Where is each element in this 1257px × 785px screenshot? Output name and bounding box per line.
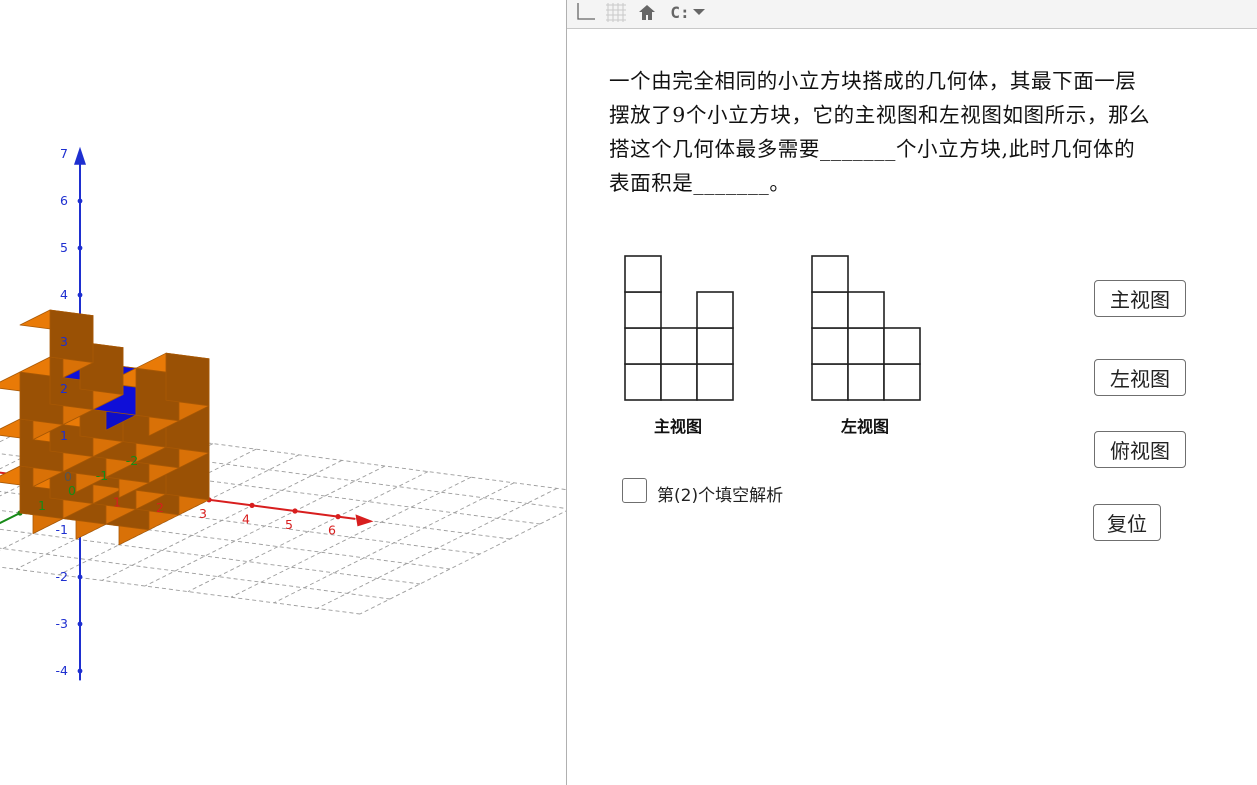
question-line-1: 一个由完全相同的小立方块搭成的几何体，其最下面一层	[609, 69, 1137, 93]
left-view-button[interactable]: 左视图	[1094, 359, 1186, 396]
home-icon[interactable]	[635, 0, 659, 24]
axis-tick-label: 5	[285, 517, 293, 532]
axis-tick-label: 6	[60, 193, 68, 208]
axis-tick-label: 6	[328, 523, 336, 538]
cube-front-face	[165, 352, 210, 407]
analysis-checkbox-label: 第(2)个填空解析	[657, 486, 784, 506]
x-tick	[249, 502, 255, 508]
x-tick	[335, 514, 341, 520]
x-axis-arrow	[355, 514, 374, 527]
view-dropdown-icon[interactable]: C:	[665, 0, 711, 24]
cube-front-face	[49, 309, 94, 364]
top-view-button[interactable]: 俯视图	[1094, 431, 1186, 468]
axis-tick-label: -1	[96, 468, 108, 483]
graphics-toolbar: C:	[567, 0, 1257, 29]
axis-tick-label: 2	[156, 500, 164, 515]
question-line-4: 表面积是_______。	[609, 171, 791, 195]
axis-tick-label: 7	[60, 146, 68, 161]
grid-line	[230, 476, 472, 598]
cube-solid[interactable]	[0, 309, 210, 546]
axis-tick-label: 1	[113, 495, 121, 510]
axis-tick-label: -3	[56, 616, 68, 631]
grid-line	[359, 510, 566, 615]
front-view-caption: 主视图	[654, 417, 702, 436]
z-tick	[77, 621, 83, 627]
z-tick	[77, 668, 83, 674]
grid-line	[0, 566, 361, 615]
grid-icon[interactable]	[603, 0, 629, 24]
question-line-2: 摆放了9个小立方块，它的主视图和左视图如图所示，那么	[609, 103, 1151, 127]
z-tick	[77, 245, 83, 251]
axis-tick-label: 4	[60, 287, 68, 302]
axis-tick-label: 0	[68, 483, 76, 498]
grid-line	[273, 482, 515, 604]
front-view-button[interactable]: 主视图	[1094, 280, 1186, 317]
axis-tick-label: 2	[60, 381, 68, 396]
left-view-diagram: 左视图	[811, 255, 921, 436]
z-axis-arrow	[74, 146, 86, 165]
axis-tick-label: -2	[126, 453, 138, 468]
question-line-3: 搭这个几何体最多需要_______个小立方块,此时几何体的	[609, 137, 1136, 161]
x-tick	[292, 508, 298, 514]
reset-button[interactable]: 复位	[1093, 504, 1161, 541]
z-tick	[77, 574, 83, 580]
axes-icon[interactable]	[573, 0, 597, 24]
axis-tick-label: -1	[56, 522, 68, 537]
axis-tick-label: 1	[38, 498, 46, 513]
analysis-checkbox[interactable]	[622, 478, 647, 503]
left-view-caption: 左视图	[840, 417, 889, 436]
panel-divider[interactable]	[566, 0, 567, 785]
z-tick	[77, 198, 83, 204]
grid-line	[187, 471, 429, 593]
axis-tick-label: -2	[56, 569, 68, 584]
axis-tick-label: 3	[199, 506, 207, 521]
axis-tick-label: -4	[56, 663, 69, 678]
axis-tick-label: 5	[60, 240, 68, 255]
axis-tick-label: 3	[60, 334, 68, 349]
question-text: 一个由完全相同的小立方块搭成的几何体，其最下面一层 摆放了9个小立方块，它的主视…	[609, 64, 1254, 200]
axis-tick-label: 1	[60, 428, 68, 443]
axis-tick-label: 0	[64, 469, 72, 484]
axis-tick-label: 4	[242, 511, 250, 526]
front-view-diagram: 主视图	[624, 255, 734, 436]
grid-line	[316, 487, 558, 609]
graphics-3d-view[interactable]: 7 6 5 4 3 2 1 -1 -2 -3 -4 1 2 3 4 5 6 -1 -2 0 1 0	[0, 0, 566, 785]
view-icon-label: C:	[670, 2, 690, 22]
z-tick	[77, 292, 83, 298]
